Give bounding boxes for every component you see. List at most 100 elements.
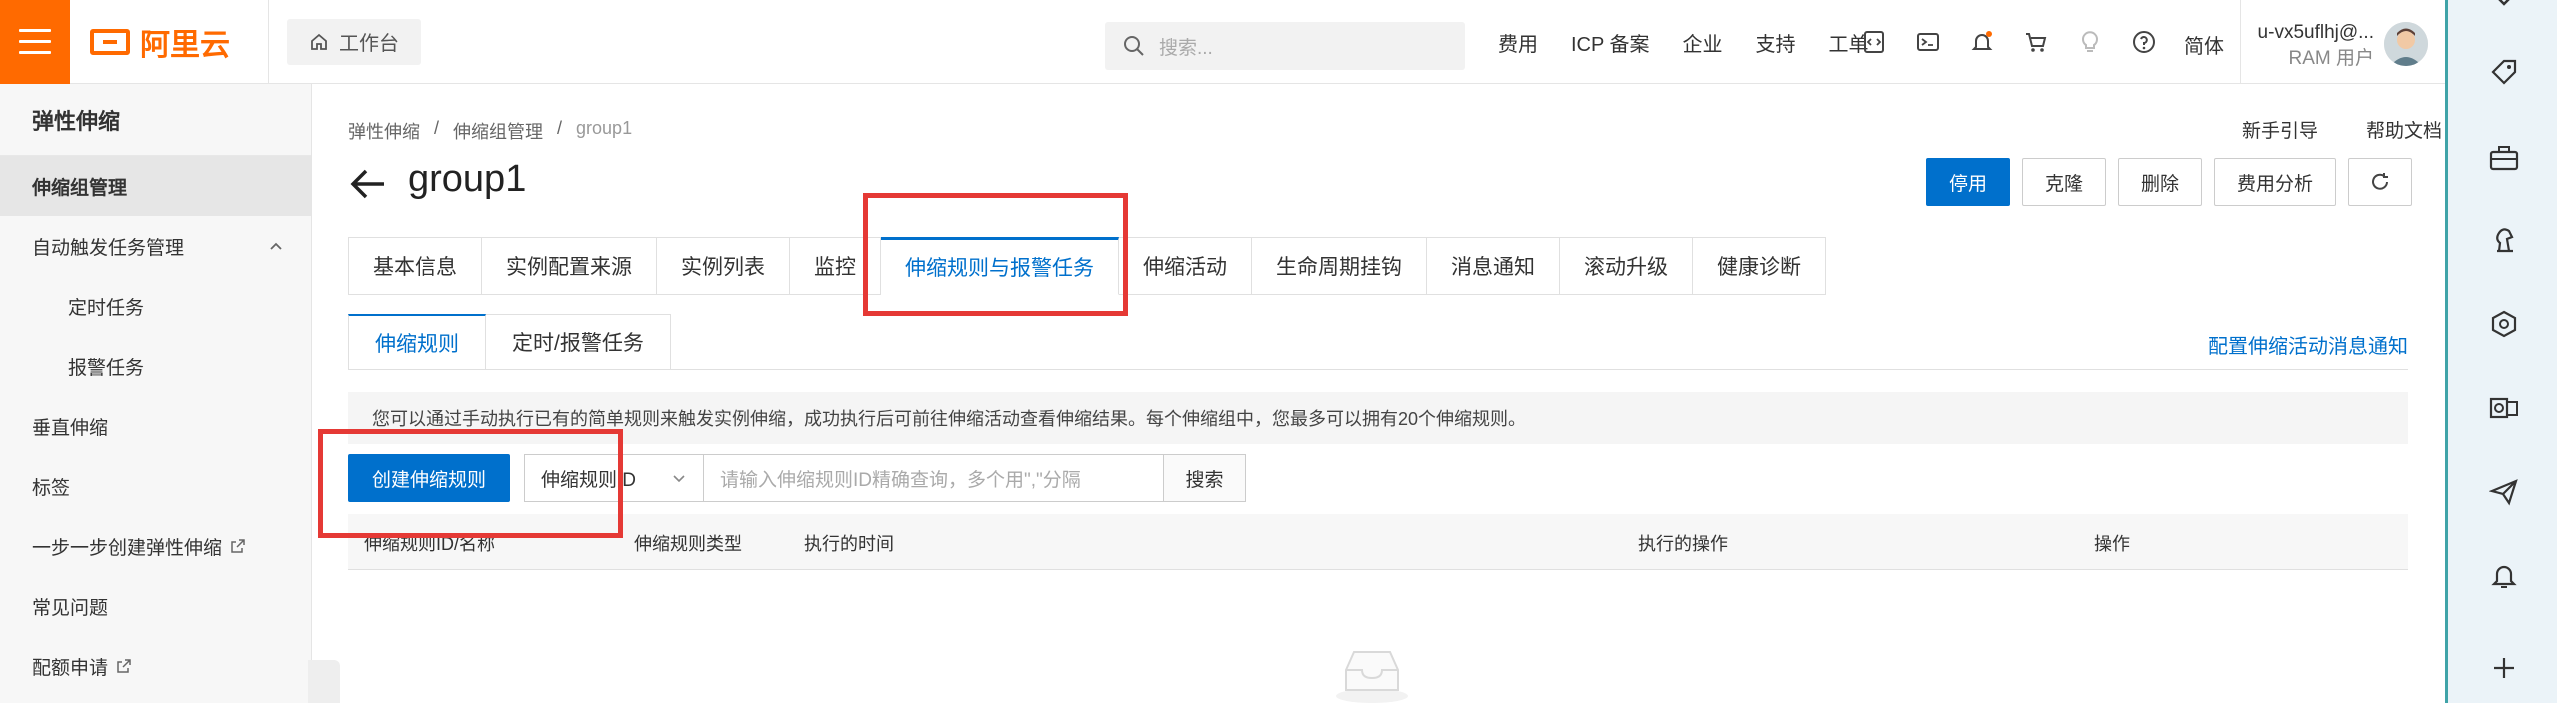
subtab-scheduled-alarm-tasks[interactable]: 定时/报警任务 <box>486 314 671 370</box>
breadcrumb-separator: / <box>557 118 563 138</box>
help-links: 新手引导 帮助文档 <box>2242 116 2442 143</box>
tab-lifecycle-hooks[interactable]: 生命周期挂钩 <box>1252 237 1427 295</box>
sidebar: 弹性伸缩 伸缩组管理 自动触发任务管理 定时任务 报警任务 垂直伸缩 标签 一步… <box>0 84 312 703</box>
column-header-exec-time: 执行的时间 <box>804 534 894 554</box>
top-nav-links: 费用 ICP 备案 企业 支持 工单 <box>1498 0 1902 84</box>
sidebar-item-label: 自动触发任务管理 <box>32 237 185 259</box>
code-icon[interactable] <box>1858 26 1890 58</box>
divider <box>268 0 269 84</box>
breadcrumb-current: group1 <box>576 118 633 138</box>
breadcrumb-item[interactable]: 弹性伸缩 <box>348 118 420 144</box>
aliyun-logo-mark <box>90 28 130 55</box>
logo-text: 阿里云 <box>140 28 230 62</box>
external-link-icon <box>231 539 245 553</box>
user-info[interactable]: u-vx5uflhj@... RAM 用户 <box>2252 20 2374 72</box>
home-icon <box>311 33 327 50</box>
cart-icon[interactable] <box>2020 26 2052 58</box>
terminal-icon[interactable] <box>1912 26 1944 58</box>
nav-fees[interactable]: 费用 <box>1498 28 1538 57</box>
main-content: 弹性伸缩 / 伸缩组管理 / group1 新手引导 帮助文档 group1 停… <box>312 84 2445 703</box>
sidebar-item-faq[interactable]: 常见问题 <box>0 576 311 636</box>
search-icon <box>1124 36 1144 56</box>
workbench-label: 工作台 <box>339 33 399 55</box>
search-button[interactable]: 搜索 <box>1164 454 1247 502</box>
config-notification-link[interactable]: 配置伸缩活动消息通知 <box>2208 330 2408 359</box>
subtab-scaling-rules[interactable]: 伸缩规则 <box>348 314 486 370</box>
notice-text: 您可以通过手动执行已有的简单规则来触发实例伸缩，成功执行后可前往伸缩活动查看伸缩… <box>372 409 1527 429</box>
beginner-guide-link[interactable]: 新手引导 <box>2242 116 2318 143</box>
sidebar-item-vertical-scaling[interactable]: 垂直伸缩 <box>0 396 311 456</box>
sidebar-item-scheduled-tasks[interactable]: 定时任务 <box>0 276 311 336</box>
refresh-icon <box>2372 173 2389 190</box>
chess-icon[interactable] <box>2486 222 2522 258</box>
sidebar-item-label: 伸缩组管理 <box>32 177 128 199</box>
sidebar-item-label: 常见问题 <box>32 597 109 619</box>
sidebar-item-tags[interactable]: 标签 <box>0 456 311 516</box>
sidebar-item-alarm-tasks[interactable]: 报警任务 <box>0 336 311 396</box>
cloud-bell-icon[interactable] <box>2486 558 2522 594</box>
top-icon-group <box>1858 0 2160 84</box>
cost-analysis-button[interactable]: 费用分析 <box>2214 158 2337 206</box>
help-docs-link[interactable]: 帮助文档 <box>2366 116 2442 143</box>
page-actions: 停用 克隆 删除 费用分析 <box>1926 158 2413 206</box>
language-switcher[interactable]: 简体 <box>2184 30 2224 59</box>
clone-button[interactable]: 克隆 <box>2022 158 2107 206</box>
refresh-button[interactable] <box>2348 158 2413 206</box>
back-arrow-icon[interactable] <box>348 166 388 202</box>
search-placeholder: 搜索... <box>1159 37 1213 59</box>
disable-button[interactable]: 停用 <box>1926 158 2011 206</box>
outlook-icon[interactable] <box>2486 390 2522 426</box>
sidebar-item-label: 定时任务 <box>68 297 145 319</box>
breadcrumb-item[interactable]: 伸缩组管理 <box>453 118 543 144</box>
sidebar-item-quota[interactable]: 配额申请 <box>0 636 311 696</box>
aliyun-logo[interactable]: 阿里云 <box>90 20 240 64</box>
nav-icp[interactable]: ICP 备案 <box>1571 28 1650 57</box>
chevron-up-icon <box>270 242 282 250</box>
user-name: u-vx5uflhj@... <box>2257 22 2374 43</box>
column-header-operation: 操作 <box>2094 534 2130 554</box>
menu-icon[interactable] <box>0 0 70 84</box>
sidebar-item-group-management[interactable]: 伸缩组管理 <box>0 156 311 216</box>
chevron-down-icon <box>673 475 685 483</box>
toolbox-icon[interactable] <box>2486 140 2522 176</box>
right-toolbar <box>2445 0 2557 703</box>
sidebar-item-step-by-step[interactable]: 一步一步创建弹性伸缩 <box>0 516 311 576</box>
global-search-input[interactable]: 搜索... <box>1105 22 1465 70</box>
nav-enterprise[interactable]: 企业 <box>1683 28 1723 57</box>
tab-scaling-activities[interactable]: 伸缩活动 <box>1119 237 1252 295</box>
tab-health-diagnosis[interactable]: 健康诊断 <box>1693 237 1826 295</box>
info-notice: 您可以通过手动执行已有的简单规则来触发实例伸缩，成功执行后可前往伸缩活动查看伸缩… <box>348 392 2408 444</box>
sidebar-title: 弹性伸缩 <box>0 84 311 156</box>
tab-notifications[interactable]: 消息通知 <box>1427 237 1560 295</box>
rule-search-input[interactable]: 请输入伸缩规则ID精确查询，多个用","分隔 <box>704 454 1165 502</box>
workbench-button[interactable]: 工作台 <box>287 18 421 65</box>
tab-instance-config[interactable]: 实例配置来源 <box>482 237 657 295</box>
avatar[interactable] <box>2384 22 2428 66</box>
tag-icon[interactable] <box>2486 54 2522 90</box>
page-title: group1 <box>408 158 527 200</box>
help-icon[interactable] <box>2128 26 2160 58</box>
send-icon[interactable] <box>2486 474 2522 510</box>
lightbulb-icon[interactable] <box>2074 26 2106 58</box>
chevron-icon[interactable] <box>2486 0 2522 24</box>
tab-instance-list[interactable]: 实例列表 <box>657 237 790 295</box>
sidebar-item-label: 垂直伸缩 <box>32 417 109 439</box>
user-role: RAM 用户 <box>2288 48 2374 69</box>
bell-icon[interactable] <box>1966 26 1998 58</box>
sidebar-item-label: 标签 <box>32 477 71 499</box>
table-header: 伸缩规则ID/名称 伸缩规则类型 执行的时间 执行的操作 操作 <box>348 514 2408 570</box>
breadcrumb: 弹性伸缩 / 伸缩组管理 / group1 <box>348 118 632 144</box>
delete-button[interactable]: 删除 <box>2118 158 2203 206</box>
tab-rolling-upgrade[interactable]: 滚动升级 <box>1560 237 1693 295</box>
sidebar-item-label: 一步一步创建弹性伸缩 <box>32 537 223 559</box>
highlight-box-tab <box>863 193 1128 316</box>
nav-support[interactable]: 支持 <box>1756 28 1796 57</box>
divider <box>2240 0 2241 84</box>
plus-icon[interactable] <box>2486 650 2522 686</box>
column-header-exec-action: 执行的操作 <box>1638 534 1728 554</box>
divider <box>348 369 2408 370</box>
sidebar-item-auto-trigger[interactable]: 自动触发任务管理 <box>0 216 311 276</box>
cube-icon[interactable] <box>2486 306 2522 342</box>
tab-basic-info[interactable]: 基本信息 <box>348 237 482 295</box>
external-link-icon <box>117 659 131 673</box>
